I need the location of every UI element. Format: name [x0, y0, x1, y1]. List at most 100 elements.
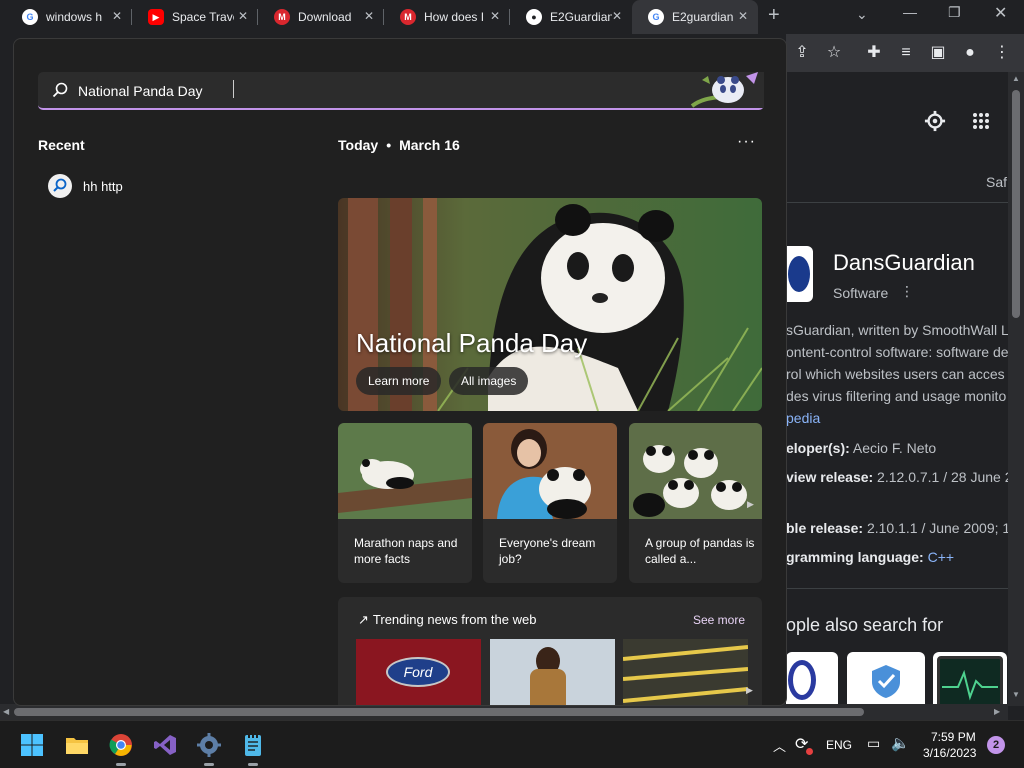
show-hidden-icons-chevron-icon[interactable]: ︿ — [773, 736, 786, 755]
scrollbar-thumb[interactable] — [1012, 90, 1020, 318]
star-icon[interactable]: ☆ — [824, 43, 844, 63]
new-tab-button[interactable]: + — [768, 4, 780, 27]
kp-desc-line: des virus filtering and usage monito — [786, 388, 1007, 404]
tab-title: How does I — [424, 10, 485, 24]
clock-date[interactable]: 3/16/2023 — [923, 746, 976, 760]
card-caption: A group of pandas is called a... — [645, 536, 755, 566]
scroll-left-arrow-icon[interactable]: ◀ — [3, 707, 9, 716]
today-label: Today — [338, 137, 379, 153]
close-window-button[interactable]: ✕ — [994, 3, 1007, 23]
fact-label: gramming language: — [786, 549, 924, 565]
apps-grid-icon[interactable] — [972, 112, 990, 130]
tab-title: Download — [298, 10, 352, 24]
wikipedia-link[interactable]: pedia — [786, 410, 820, 426]
close-icon[interactable]: ✕ — [238, 9, 248, 23]
close-icon[interactable]: ✕ — [612, 9, 622, 23]
recent-heading: Recent — [38, 137, 85, 153]
news-thumbnail[interactable] — [490, 639, 615, 705]
scroll-right-arrow-icon[interactable]: ▶ — [994, 707, 1000, 716]
running-indicator — [116, 763, 126, 766]
tab-title: Space Trave — [172, 10, 234, 24]
google-icon: G — [22, 9, 38, 25]
browser-tab[interactable]: G windows h ✕ — [6, 0, 132, 34]
more-menu-icon[interactable]: ⋮ — [992, 43, 1012, 63]
tab-search-chevron-icon[interactable]: ⌄ — [856, 6, 868, 23]
recent-item[interactable]: hh http — [38, 169, 308, 203]
more-options-icon[interactable]: ⋮ — [900, 283, 914, 300]
language-indicator[interactable]: ENG — [826, 738, 852, 752]
volume-icon[interactable]: 🔈 — [891, 734, 910, 752]
all-images-button[interactable]: All images — [449, 367, 529, 395]
panda-keeper-image — [483, 423, 617, 519]
panda-illustration — [688, 72, 764, 108]
visual-studio-icon[interactable] — [153, 733, 177, 757]
browser-tab[interactable]: ▶ Space Trave ✕ — [132, 0, 258, 34]
browser-tab[interactable]: ● E2Guardian ✕ — [510, 0, 632, 34]
google-icon: G — [648, 9, 664, 25]
browser-tab[interactable]: M How does I ✕ — [384, 0, 510, 34]
scrollbar-thumb[interactable] — [14, 708, 864, 716]
learn-more-button[interactable]: Learn more — [356, 367, 442, 395]
windows-start-icon[interactable] — [20, 733, 44, 757]
ford-logo: Ford — [386, 657, 450, 687]
notification-badge[interactable]: 2 — [987, 736, 1005, 754]
clock-time[interactable]: 7:59 PM — [931, 730, 976, 744]
fact-label: eloper(s): — [786, 440, 850, 456]
tab-title: E2Guardian — [550, 10, 612, 24]
see-more-link[interactable]: See more — [693, 613, 745, 627]
settings-icon[interactable] — [197, 733, 221, 757]
browser-tab-active[interactable]: G E2guardian ✕ — [632, 0, 758, 34]
more-options-icon[interactable]: ··· — [737, 133, 756, 151]
hero-card[interactable]: National Panda Day Learn more All images — [338, 198, 762, 411]
close-icon[interactable]: ✕ — [112, 9, 122, 23]
carousel-next-icon[interactable]: ▶ — [746, 685, 753, 696]
mega-icon: M — [274, 9, 290, 25]
settings-gear-icon[interactable] — [924, 110, 946, 132]
minimize-button[interactable]: — — [903, 4, 917, 20]
kp-fact: view release: 2.12.0.7.1 / 28 June 2 — [786, 469, 1013, 485]
taskbar: ︿ ⟳ ENG ▭ 🔈 7:59 PM 3/16/2023 2 — [0, 720, 1024, 768]
chrome-icon[interactable] — [109, 733, 133, 757]
notepad-icon[interactable] — [241, 733, 265, 757]
search-box[interactable] — [38, 72, 764, 110]
media-queue-icon[interactable]: ≡ — [896, 43, 916, 63]
share-icon[interactable]: ⇪ — [792, 43, 812, 63]
kp-fact: eloper(s): Aecio F. Neto — [786, 440, 936, 456]
shield-icon — [872, 665, 900, 698]
restore-button[interactable]: ❐ — [948, 4, 961, 21]
related-thumbnail[interactable] — [847, 652, 925, 706]
panda-sleeping-image — [338, 423, 472, 519]
extensions-icon[interactable]: ✚ — [864, 43, 884, 63]
browser-toolbar: ⇪ ☆ ✚ ≡ ▣ ● ⋮ — [786, 34, 1024, 72]
close-icon[interactable]: ✕ — [738, 9, 748, 23]
tab-title: E2guardian — [672, 10, 734, 24]
card-caption: Marathon naps and more facts — [354, 536, 458, 566]
close-icon[interactable]: ✕ — [364, 9, 374, 23]
browser-tab[interactable]: M Download ✕ — [258, 0, 384, 34]
related-thumbnail[interactable] — [933, 652, 1007, 706]
fact-card[interactable]: Marathon naps and more facts — [338, 423, 472, 583]
scroll-down-arrow-icon[interactable]: ▼ — [1012, 690, 1020, 699]
search-input[interactable] — [78, 80, 638, 102]
related-thumbnail[interactable] — [786, 652, 838, 706]
vertical-scrollbar[interactable]: ▲ ▼ — [1008, 72, 1024, 706]
fact-value-link[interactable]: C++ — [924, 549, 954, 565]
search-tab-partial[interactable]: Saf — [986, 174, 1007, 190]
scroll-up-arrow-icon[interactable]: ▲ — [1012, 74, 1020, 83]
search-history-icon — [48, 174, 72, 198]
today-date: March 16 — [399, 137, 460, 153]
kp-fact: gramming language: C++ — [786, 549, 954, 565]
close-icon[interactable]: ✕ — [490, 9, 500, 23]
fact-card[interactable]: A group of pandas is called a... — [629, 423, 762, 583]
news-thumbnail[interactable] — [623, 639, 748, 705]
network-icon[interactable]: ▭ — [867, 735, 880, 752]
tab-title: windows h — [46, 10, 103, 24]
carousel-next-icon[interactable]: ▶ — [747, 499, 754, 510]
news-thumbnail[interactable]: Ford — [356, 639, 481, 705]
file-explorer-icon[interactable] — [65, 733, 89, 757]
horizontal-scrollbar[interactable]: ◀ ▶ — [0, 704, 1008, 720]
fact-card[interactable]: Everyone's dream job? — [483, 423, 617, 583]
profile-icon[interactable]: ● — [960, 43, 980, 63]
side-panel-icon[interactable]: ▣ — [928, 43, 948, 63]
fact-value: 2.10.1.1 / June 2009; 1 — [863, 520, 1011, 536]
